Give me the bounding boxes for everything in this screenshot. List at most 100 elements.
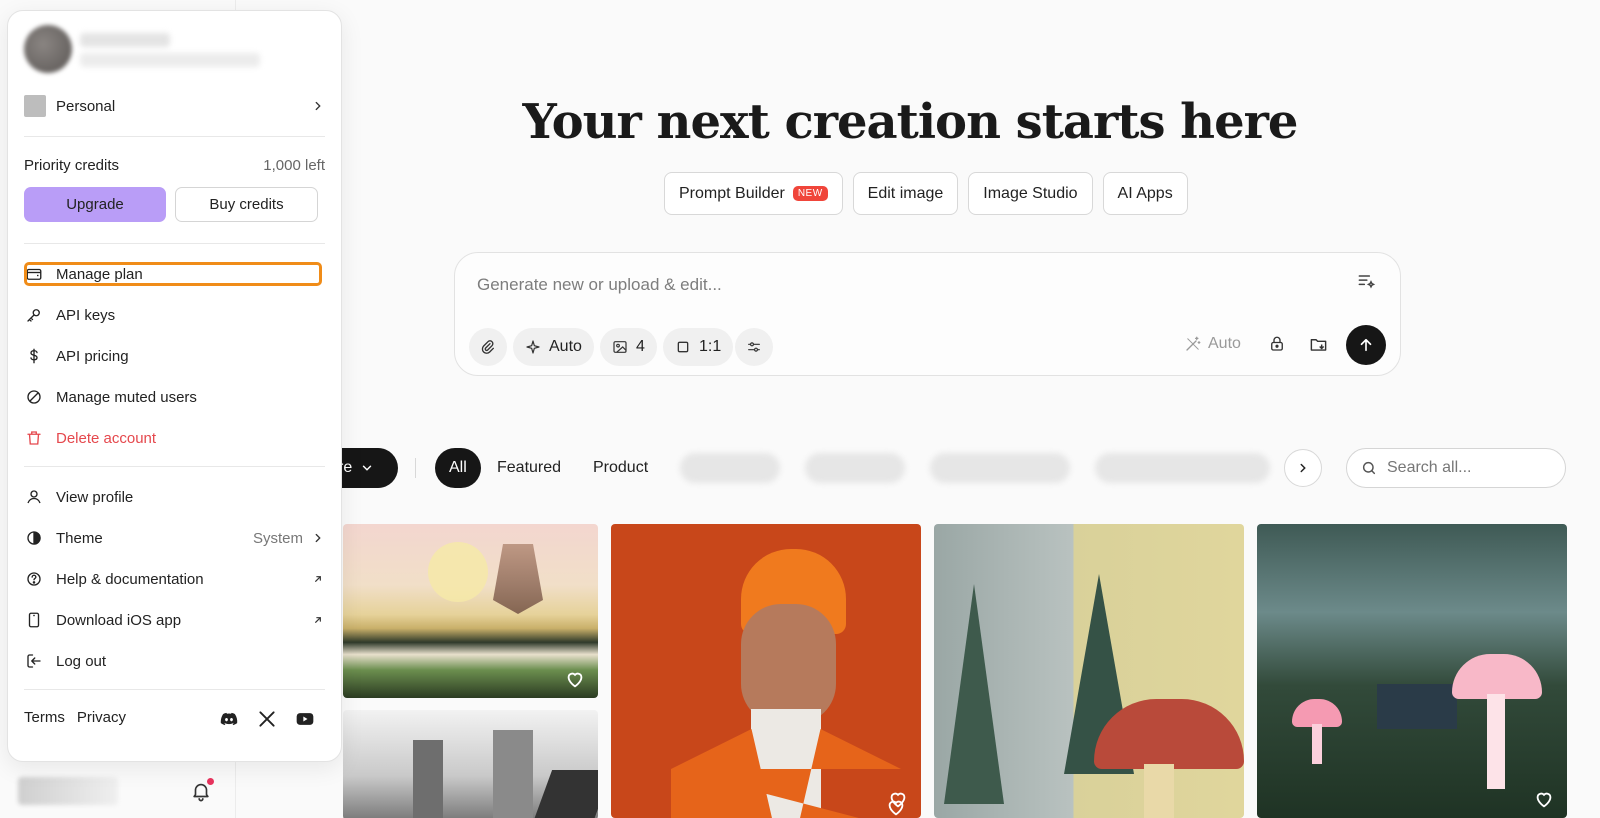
style-auto-label: Auto [549, 338, 582, 355]
settings-button[interactable] [735, 328, 773, 366]
edit-image-button[interactable]: Edit image [852, 172, 959, 215]
image-studio-button[interactable]: Image Studio [968, 172, 1093, 215]
notification-dot [206, 777, 215, 786]
magic-wand-icon [1186, 336, 1201, 351]
search-icon [1362, 461, 1376, 475]
mushroom-stem-shape [1487, 694, 1505, 789]
filters-next-button[interactable] [1284, 449, 1322, 487]
search-input[interactable]: Search all... [1346, 448, 1566, 488]
filter-chip[interactable] [930, 453, 1070, 483]
menu-item-view-profile[interactable]: View profile [24, 482, 325, 512]
image-icon [613, 341, 627, 353]
auto-enhance-toggle[interactable]: Auto [1184, 335, 1241, 353]
privacy-link[interactable]: Privacy [77, 709, 126, 726]
discord-icon[interactable] [219, 709, 239, 729]
upgrade-button[interactable]: Upgrade [24, 187, 166, 222]
building-shape [413, 740, 443, 818]
filter-product[interactable]: Product [579, 448, 662, 488]
terms-link[interactable]: Terms [24, 709, 65, 726]
heart-icon[interactable] [885, 796, 907, 818]
building-shape [493, 730, 533, 818]
filter-divider [415, 458, 416, 478]
filter-all[interactable]: All [435, 448, 481, 488]
new-badge: NEW [792, 186, 828, 201]
focus-highlight [24, 262, 322, 286]
aspect-ratio-button[interactable]: 1:1 [663, 328, 734, 366]
footer-links: Terms Privacy [24, 709, 126, 726]
filter-chip[interactable] [1095, 453, 1270, 483]
attach-button[interactable] [469, 328, 507, 366]
buy-credits-button[interactable]: Buy credits [175, 187, 318, 222]
youtube-icon[interactable] [295, 709, 315, 729]
user-icon [27, 490, 41, 504]
external-link-icon [315, 576, 321, 582]
prompt-box[interactable]: Generate new or upload & edit... Auto 4 … [454, 252, 1401, 376]
phone-icon [28, 612, 40, 628]
building-shape [533, 770, 598, 818]
square-icon [677, 341, 689, 353]
paperclip-icon [481, 340, 494, 354]
gallery-image-city[interactable] [343, 710, 598, 818]
menu-item-delete-account[interactable]: Delete account [24, 423, 325, 453]
workspace-switcher[interactable]: Personal [24, 91, 325, 121]
ship-shape [493, 544, 543, 614]
style-auto-button[interactable]: Auto [513, 328, 594, 366]
api-pricing-label: API pricing [56, 347, 129, 365]
theme-value: System [252, 529, 303, 547]
credits-title: Priority credits [24, 157, 120, 174]
credits-remaining: 1,000 left [263, 157, 325, 174]
prompt-builder-button[interactable]: Prompt Builder NEW [664, 172, 843, 215]
menu-item-download-ios[interactable]: Download iOS app [24, 605, 325, 635]
contrast-icon [27, 531, 41, 545]
chevron-down-icon [363, 465, 372, 471]
workspace-avatar [24, 95, 46, 117]
ai-apps-button[interactable]: AI Apps [1102, 172, 1188, 215]
send-button[interactable] [1346, 325, 1386, 365]
folder-icon[interactable] [1309, 335, 1328, 354]
image-count-button[interactable]: 4 [600, 328, 657, 366]
prompt-enhance-icon[interactable] [1356, 271, 1376, 291]
filter-chip[interactable] [805, 453, 905, 483]
gallery-image-mushroom-building[interactable] [934, 524, 1244, 818]
theme-label: Theme [56, 529, 103, 547]
key-icon [27, 309, 40, 322]
x-icon[interactable] [257, 709, 277, 729]
search-placeholder: Search all... [1387, 459, 1472, 476]
prompt-input[interactable]: Generate new or upload & edit... [477, 275, 722, 295]
gallery-image-portrait[interactable] [611, 524, 921, 818]
sliders-icon [748, 342, 760, 352]
heart-icon[interactable] [1533, 788, 1555, 810]
menu-item-logout[interactable]: Log out [24, 646, 325, 676]
help-label: Help & documentation [56, 570, 204, 588]
help-icon [27, 572, 41, 586]
filter-featured[interactable]: Featured [483, 448, 575, 488]
gallery-image-glowing-mushrooms[interactable] [1257, 524, 1567, 818]
menu-item-help[interactable]: Help & documentation [24, 564, 325, 594]
avatar [24, 25, 72, 73]
divider [24, 136, 325, 137]
menu-item-muted-users[interactable]: Manage muted users [24, 382, 325, 412]
cabin-shape [1377, 684, 1457, 729]
menu-item-api-keys[interactable]: API keys [24, 300, 325, 330]
heart-icon[interactable] [564, 668, 586, 690]
menu-item-theme[interactable]: Theme System [24, 523, 325, 553]
aspect-ratio-label: 1:1 [699, 338, 722, 355]
mushroom-cap-shape [1452, 654, 1542, 699]
gallery-image-ship[interactable] [343, 524, 598, 698]
social-links [219, 709, 315, 729]
sun-shape [428, 542, 488, 602]
logout-icon [27, 654, 41, 668]
lock-icon[interactable] [1268, 335, 1286, 353]
tree-shape [944, 584, 1004, 804]
divider [24, 243, 325, 244]
filter-chip[interactable] [680, 453, 780, 483]
api-keys-label: API keys [56, 306, 116, 324]
menu-item-api-pricing[interactable]: API pricing [24, 341, 325, 371]
user-profile-header[interactable] [24, 25, 264, 75]
face-shape [741, 604, 836, 724]
logout-label: Log out [56, 652, 107, 670]
prompt-builder-label: Prompt Builder [679, 184, 785, 202]
mushroom-cap-shape [1292, 699, 1342, 727]
mushroom-stem-shape [1312, 724, 1322, 764]
sidebar-user-avatar[interactable] [18, 777, 118, 805]
